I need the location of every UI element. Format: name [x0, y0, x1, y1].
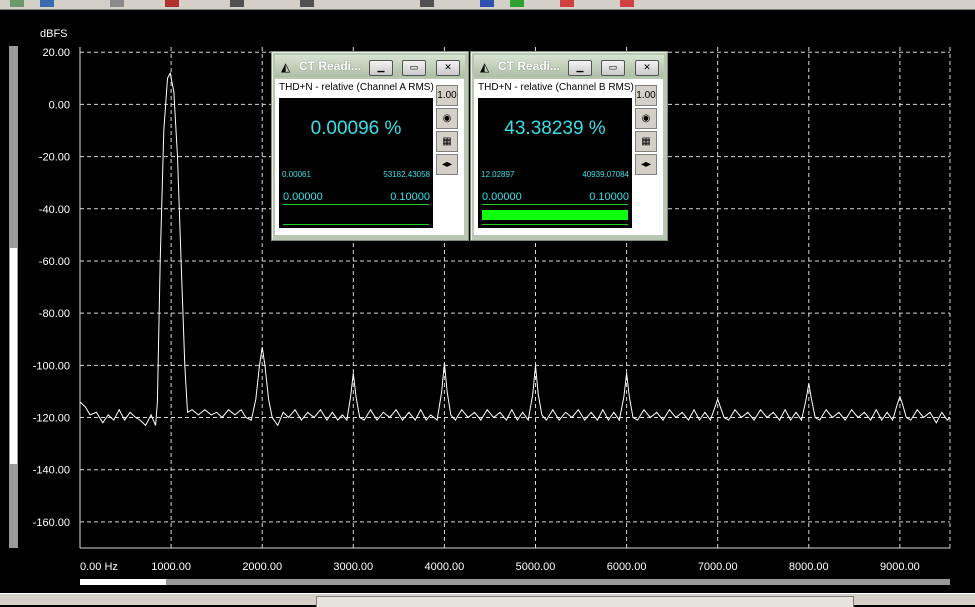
readout-panel: THD+N - relative (Channel A RMS) 0.00096…: [275, 79, 464, 235]
readout-tools: 1.00 ◉ ▦ ◂▸: [436, 85, 458, 177]
y-tick-label: -60.00: [39, 256, 70, 268]
readout-window-channel-b[interactable]: ◭ CT Readi... ▁ ▭ ✕ THD+N - relative (Ch…: [470, 51, 668, 241]
x-tick-label: 1000.00: [151, 561, 191, 573]
readout-subtitle: THD+N - relative (Channel B RMS): [478, 82, 634, 93]
window-title-bar[interactable]: ◭ CT Readi... ▁ ▭ ✕: [474, 55, 664, 77]
x-axis-unit-label: 0.00 Hz: [80, 561, 118, 573]
y-tick-label: -100.00: [33, 360, 70, 372]
x-tick-label: 6000.00: [607, 561, 647, 573]
x-tick-label: 8000.00: [789, 561, 829, 573]
x-scrollbar[interactable]: [80, 579, 950, 585]
expand-button[interactable]: ◂▸: [436, 154, 458, 175]
y-tick-label: 20.00: [42, 47, 70, 59]
app-icon: ◭: [281, 60, 291, 74]
level-bar: [482, 204, 628, 225]
y-tick-label: -120.00: [33, 413, 70, 425]
meter-button[interactable]: ◉: [635, 108, 657, 129]
y-axis-label: dBFS: [40, 28, 68, 40]
readout-display: 43.38239 % 12.02897 40939.07084 0.00000 …: [478, 98, 632, 228]
app-icon: ◭: [480, 60, 490, 74]
readout-window-channel-a[interactable]: ◭ CT Readi... ▁ ▭ ✕ THD+N - relative (Ch…: [271, 51, 469, 241]
readout-max: 40939.07084: [582, 170, 629, 179]
x-tick-label: 3000.00: [333, 561, 373, 573]
range-low: 0.00000: [283, 191, 323, 203]
level-bar: [283, 204, 429, 225]
close-button[interactable]: ✕: [635, 60, 659, 76]
y-tick-label: -140.00: [33, 465, 70, 477]
readout-min: 12.02897: [481, 170, 515, 179]
x-tick-label: 7000.00: [698, 561, 738, 573]
range-low: 0.00000: [482, 191, 522, 203]
y-tick-label: -20.00: [39, 152, 70, 164]
level-bar-fill: [482, 210, 628, 220]
x-tick-label: 2000.00: [242, 561, 282, 573]
x-tick-label: 5000.00: [516, 561, 556, 573]
y-tick-label: -160.00: [33, 517, 70, 529]
readout-max: 53182.43058: [383, 170, 430, 179]
readout-panel: THD+N - relative (Channel B RMS) 43.3823…: [474, 79, 663, 235]
table-button[interactable]: ▦: [436, 131, 458, 152]
x-tick-label: 4000.00: [425, 561, 465, 573]
range-high: 0.10000: [589, 191, 629, 203]
restore-button[interactable]: ▭: [601, 60, 625, 76]
minimize-button[interactable]: ▁: [568, 60, 592, 76]
range-high: 0.10000: [390, 191, 430, 203]
window-title: CT Readi...: [498, 59, 561, 73]
readout-min: 0.00061: [282, 170, 311, 179]
y-tick-label: -40.00: [39, 204, 70, 216]
readout-value: 43.38239 %: [504, 118, 606, 139]
meter-button[interactable]: ◉: [436, 108, 458, 129]
table-button[interactable]: ▦: [635, 131, 657, 152]
scale-button[interactable]: 1.00: [436, 85, 458, 106]
close-button[interactable]: ✕: [436, 60, 460, 76]
readout-subtitle: THD+N - relative (Channel A RMS): [279, 82, 434, 93]
status-bar-tab[interactable]: [316, 596, 854, 607]
readout-display: 0.00096 % 0.00061 53182.43058 0.00000 0.…: [279, 98, 433, 228]
window-title-bar[interactable]: ◭ CT Readi... ▁ ▭ ✕: [275, 55, 465, 77]
restore-button[interactable]: ▭: [402, 60, 426, 76]
x-scrollbar-thumb[interactable]: [80, 579, 166, 585]
scale-button[interactable]: 1.00: [635, 85, 657, 106]
x-tick-label: 9000.00: [880, 561, 920, 573]
readout-tools: 1.00 ◉ ▦ ◂▸: [635, 85, 657, 177]
expand-button[interactable]: ◂▸: [635, 154, 657, 175]
minimize-button[interactable]: ▁: [369, 60, 393, 76]
window-title: CT Readi...: [299, 59, 362, 73]
readout-value: 0.00096 %: [310, 118, 402, 139]
y-tick-label: 0.00: [49, 99, 70, 111]
y-scrollbar-thumb[interactable]: [10, 248, 17, 464]
y-tick-label: -80.00: [39, 308, 70, 320]
